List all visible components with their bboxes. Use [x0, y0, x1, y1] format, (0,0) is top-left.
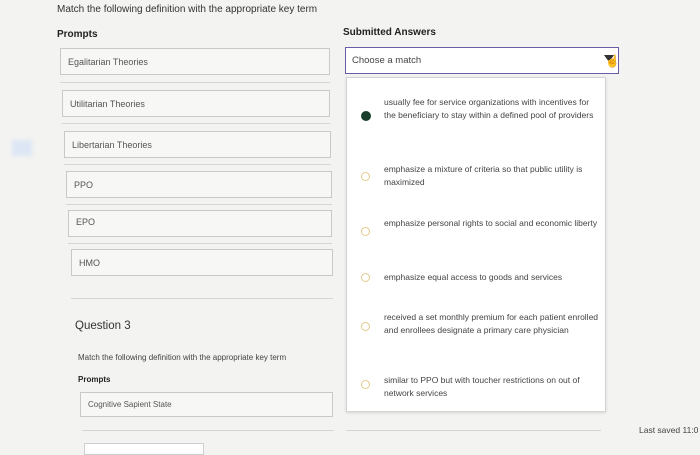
prompt-label: HMO [79, 257, 100, 268]
radio-icon[interactable] [361, 380, 370, 389]
submitted-answers-header: Submitted Answers [343, 27, 436, 38]
prompt-hmo: HMO [71, 249, 333, 276]
prompt-epo: EPO [68, 210, 332, 237]
prompt-egalitarian: Egalitarian Theories [60, 48, 330, 75]
highlight-mark [12, 140, 32, 156]
option-text: received a set monthly premium for each … [384, 312, 599, 335]
divider [60, 82, 330, 83]
radio-icon[interactable] [361, 227, 370, 236]
prompt-label: Utilitarian Theories [70, 98, 145, 109]
divider [68, 243, 332, 244]
radio-icon[interactable] [361, 322, 370, 331]
prompt-label: Cognitive Sapient State [88, 400, 172, 409]
divider [66, 204, 332, 205]
question-instruction: Match the following definition with the … [57, 4, 318, 15]
radio-selected-icon[interactable] [361, 111, 371, 121]
prompts-header: Prompts [57, 29, 98, 40]
divider [71, 298, 333, 299]
prompt-label: Egalitarian Theories [68, 56, 148, 67]
question-3-prompts-header: Prompts [78, 375, 111, 384]
match-options-panel: usually fee for service organizations wi… [346, 77, 606, 412]
option-text: usually fee for service organizations wi… [384, 97, 594, 120]
question-3-instruction: Match the following definition with the … [78, 353, 287, 362]
prompt-label: Libertarian Theories [72, 139, 152, 150]
divider [82, 430, 334, 431]
option-text: emphasize a mixture of criteria so that … [384, 164, 583, 187]
radio-icon[interactable] [361, 172, 370, 181]
question-3-prompt-box [84, 443, 204, 455]
option-text: emphasize personal rights to social and … [384, 218, 598, 228]
question-3-title: Question 3 [75, 320, 131, 332]
radio-icon[interactable] [361, 273, 370, 282]
prompt-label: PPO [74, 179, 94, 190]
match-select-value: Choose a match [352, 55, 422, 66]
prompt-label: EPO [76, 217, 96, 227]
option-text: emphasize equal access to goods and serv… [384, 272, 563, 282]
match-select[interactable]: Choose a match ☝ [345, 47, 620, 74]
question-3-prompt: Cognitive Sapient State [80, 392, 333, 417]
prompt-libertarian: Libertarian Theories [64, 131, 331, 158]
divider [62, 123, 330, 124]
divider [64, 164, 331, 165]
quiz-page: { "question": { "instruction": "Match th… [0, 0, 700, 455]
prompt-utilitarian: Utilitarian Theories [62, 90, 330, 117]
divider [346, 430, 601, 431]
last-saved-status: Last saved 11:0 [639, 425, 699, 435]
hand-cursor-icon: ☝ [605, 54, 620, 68]
prompt-ppo: PPO [66, 171, 332, 198]
option-text: similar to PPO but with toucher restrict… [384, 375, 580, 398]
